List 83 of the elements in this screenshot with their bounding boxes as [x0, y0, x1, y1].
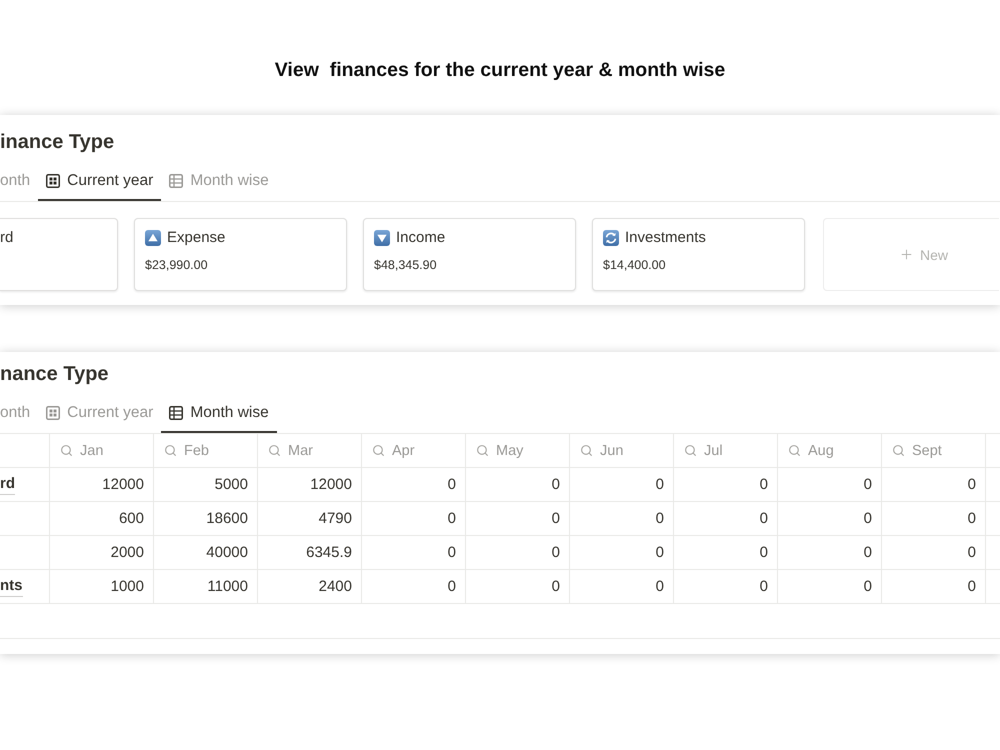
table-cell: 0 — [466, 502, 570, 536]
view-tab[interactable]: Current year — [38, 163, 162, 201]
search-icon — [892, 444, 905, 457]
card-amount: $23,990.00 — [145, 257, 208, 273]
new-card-button[interactable]: New — [823, 218, 999, 291]
search-icon — [684, 444, 697, 457]
view-tab[interactable]: Current year — [38, 395, 162, 433]
column-header[interactable]: Jan — [50, 434, 154, 468]
table-cell: 6345.9 — [258, 536, 362, 570]
table-cell: 0 — [882, 502, 986, 536]
table-cell: 12000 — [258, 468, 362, 502]
row-title-link[interactable]: rd — [0, 474, 15, 495]
search-icon — [164, 444, 177, 457]
card-title: Expense — [167, 228, 226, 248]
board-card[interactable]: rd — [0, 218, 118, 291]
search-icon — [268, 444, 281, 457]
table-cell: 2000 — [50, 536, 154, 570]
board-card[interactable]: Income $48,345.90 — [363, 218, 576, 291]
table-cell: 40000 — [154, 536, 258, 570]
table-cell: 0 — [778, 468, 882, 502]
card-amount: $48,345.90 — [374, 257, 437, 273]
table-cell: 0 — [570, 570, 674, 604]
plus-icon — [898, 247, 914, 262]
view-tab[interactable]: Month wise — [161, 163, 277, 201]
search-icon — [580, 444, 593, 457]
table-cell: 0 — [674, 570, 778, 604]
table-cell: 1000 — [50, 570, 154, 604]
table-cell: 0 — [466, 468, 570, 502]
table-cell: 600 — [50, 502, 154, 536]
table-cell: 11000 — [154, 570, 258, 604]
table-cell: 0 — [674, 468, 778, 502]
table-cell: 0 — [362, 536, 466, 570]
search-icon — [60, 444, 73, 457]
view-tab[interactable]: onth — [0, 163, 38, 201]
database-title: nance Type — [0, 362, 109, 386]
table-icon — [169, 174, 184, 188]
search-icon — [788, 444, 801, 457]
column-header[interactable]: May — [466, 434, 570, 468]
board-icon — [46, 406, 60, 420]
card-amount: $14,400.00 — [603, 257, 666, 273]
table-cell: 0 — [778, 536, 882, 570]
column-header[interactable]: Feb — [154, 434, 258, 468]
table-cell: 0 — [674, 502, 778, 536]
table-cell: 2400 — [258, 570, 362, 604]
page-heading: View finances for the current year & month wise — [274, 58, 726, 82]
cycle-arrows-icon — [603, 230, 619, 246]
column-header[interactable]: Jun — [570, 434, 674, 468]
card-title: Investments — [625, 228, 706, 248]
board-card[interactable]: Investments $14,400.00 — [592, 218, 805, 291]
board-icon — [46, 174, 60, 188]
table-cell: 5000 — [154, 468, 258, 502]
table-cell: 0 — [778, 502, 882, 536]
view-tab[interactable]: onth — [0, 395, 38, 433]
table-cell: 12000 — [50, 468, 154, 502]
search-icon — [476, 444, 489, 457]
database-title: inance Type — [0, 130, 114, 154]
column-header[interactable]: Mar — [258, 434, 362, 468]
table-cell: 0 — [882, 536, 986, 570]
column-header[interactable]: Jul — [674, 434, 778, 468]
table-cell: 0 — [778, 570, 882, 604]
table-cell: 4790 — [258, 502, 362, 536]
table-cell: 0 — [570, 536, 674, 570]
table-cell: 0 — [466, 536, 570, 570]
table-cell: 0 — [570, 502, 674, 536]
table-cell: 0 — [466, 570, 570, 604]
table-cell: 0 — [362, 502, 466, 536]
column-header[interactable]: Apr — [362, 434, 466, 468]
card-title: Income — [396, 228, 446, 248]
board-card[interactable]: Expense $23,990.00 — [134, 218, 347, 291]
card-title: rd — [0, 228, 14, 248]
column-header[interactable]: Aug — [778, 434, 882, 468]
table-icon — [169, 406, 184, 420]
table-cell: 0 — [362, 468, 466, 502]
table-cell: 0 — [674, 536, 778, 570]
view-tab[interactable]: Month wise — [161, 395, 277, 433]
table-cell: 0 — [362, 570, 466, 604]
column-header[interactable]: Sept — [882, 434, 986, 468]
search-icon — [372, 444, 385, 457]
table-cell: 0 — [882, 468, 986, 502]
table-cell: 18600 — [154, 502, 258, 536]
table-cell: 0 — [882, 570, 986, 604]
row-title-link[interactable]: nts — [0, 576, 22, 597]
table-cell: 0 — [570, 468, 674, 502]
